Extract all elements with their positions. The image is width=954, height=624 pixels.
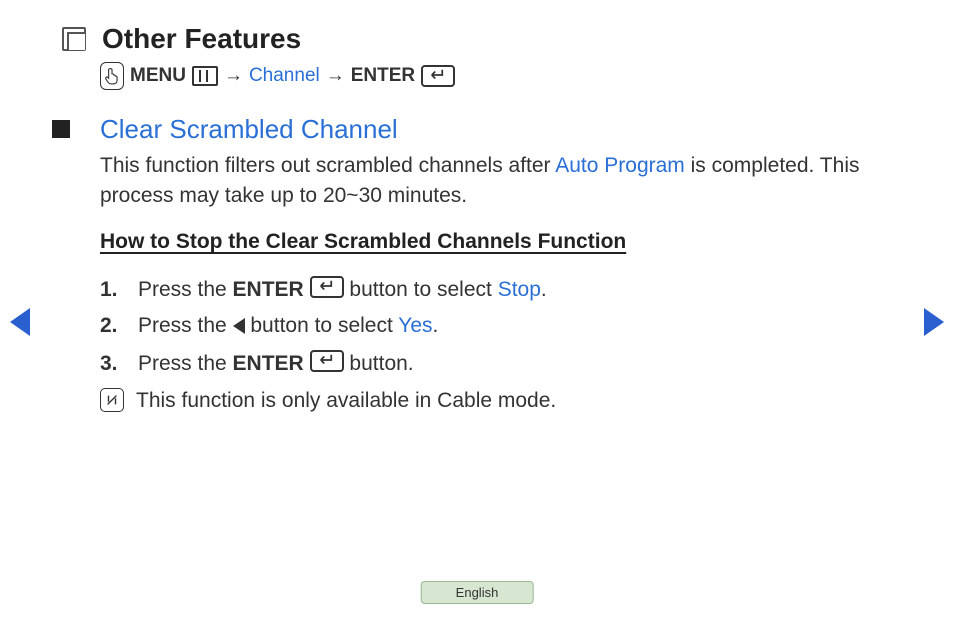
note-icon [100,388,124,412]
yes-link: Yes [398,314,432,337]
list-item: 2. Press the button to select Yes. [100,314,874,338]
menu-screen-icon [192,66,218,86]
enter-icon [310,276,344,298]
channel-link: Channel [249,65,320,87]
menu-label: MENU [130,65,186,87]
step-number: 2. [100,314,138,338]
breadcrumb: MENU → Channel → ENTER [100,62,455,90]
language-badge[interactable]: English [421,581,534,604]
enter-label: ENTER [351,65,415,87]
list-item: 1. Press the ENTER button to select Stop… [100,276,874,302]
cable-link: Cable [437,389,492,412]
arrow-icon: → [326,65,345,87]
subheading: How to Stop the Clear Scrambled Channels… [100,230,874,254]
note-row: This function is only available in Cable… [100,388,874,413]
steps-list: 1. Press the ENTER button to select Stop… [100,276,874,413]
square-bullet-icon [52,120,70,138]
section-bullet-icon [62,27,86,51]
enter-icon [421,65,455,87]
page-title: Other Features [102,23,301,55]
stop-link: Stop [498,278,541,301]
section-heading: Clear Scrambled Channel [100,114,874,145]
section: Clear Scrambled Channel This function fi… [52,114,874,413]
section-description: This function filters out scrambled chan… [100,151,874,212]
auto-program-link: Auto Program [555,154,685,177]
step-number: 3. [100,352,138,376]
enter-icon [310,350,344,372]
arrow-icon: → [224,65,243,87]
title-row: Other Features [62,23,301,55]
step-number: 1. [100,278,138,302]
next-page-button[interactable] [924,308,944,336]
left-arrow-icon [233,318,245,334]
hand-icon [100,62,124,90]
list-item: 3. Press the ENTER button. [100,350,874,376]
prev-page-button[interactable] [10,308,30,336]
